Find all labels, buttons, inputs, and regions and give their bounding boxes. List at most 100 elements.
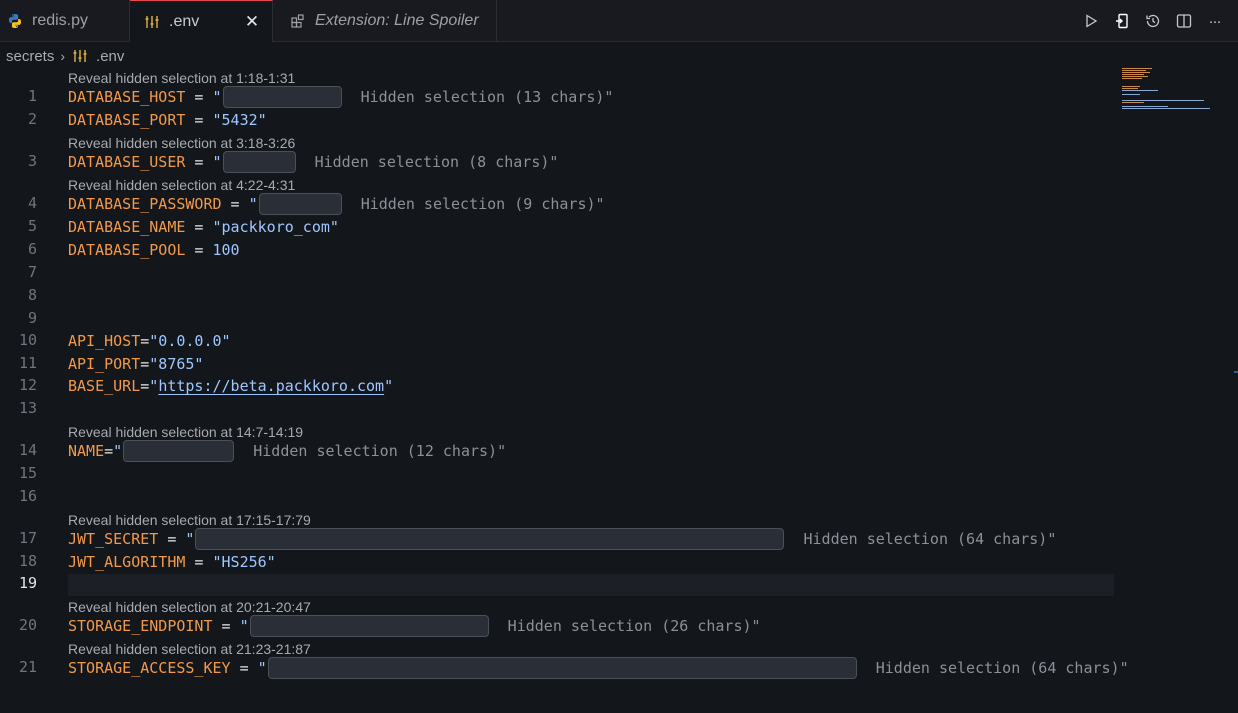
env-key: STORAGE_ACCESS_KEY [68, 659, 231, 677]
settings-sliders-icon [143, 13, 161, 31]
code-line[interactable]: API_HOST="0.0.0.0" [68, 330, 231, 352]
breadcrumb-folder[interactable]: secrets [6, 48, 54, 65]
settings-sliders-icon [72, 48, 90, 64]
code-line[interactable]: DATABASE_NAME = "packkoro_com" [68, 216, 339, 238]
code-line[interactable]: NAME=" Hidden selection (12 chars)" [68, 440, 506, 462]
code-line[interactable]: BASE_URL="https://beta.packkoro.com" [68, 375, 393, 397]
line-number: 1 [27, 87, 37, 105]
operator: = [140, 355, 150, 373]
code-line[interactable]: JWT_SECRET = " Hidden selection (64 char… [68, 528, 1056, 550]
operator: = [230, 659, 258, 677]
open-changes-icon[interactable] [1106, 6, 1137, 36]
quote: " [384, 377, 394, 395]
url-link[interactable]: https://beta.packkoro.com [158, 377, 384, 395]
env-key: STORAGE_ENDPOINT [68, 617, 213, 635]
operator: = [104, 442, 114, 460]
hidden-selection-note: Hidden selection (8 chars)" [296, 153, 559, 171]
env-key: DATABASE_NAME [68, 218, 186, 236]
hidden-selection-note: Hidden selection (26 chars)" [489, 617, 761, 635]
hidden-selection-note: Hidden selection (13 chars)" [342, 88, 614, 106]
quote: " [248, 195, 258, 213]
tab-env[interactable]: .env ✕ [130, 0, 273, 42]
line-number: 18 [18, 552, 37, 570]
quote: " [185, 530, 195, 548]
codelens-reveal[interactable]: Reveal hidden selection at 17:15-17:79 [68, 512, 311, 528]
code-line[interactable]: STORAGE_ACCESS_KEY = " Hidden selection … [68, 657, 1129, 679]
code-line[interactable]: DATABASE_PASSWORD = " Hidden selection (… [68, 193, 605, 215]
line-number: 13 [18, 399, 37, 417]
timeline-icon[interactable] [1137, 6, 1168, 36]
line-number: 2 [27, 110, 37, 128]
tab-label: Extension: Line Spoiler [315, 12, 479, 29]
code-line[interactable]: JWT_ALGORITHM = "HS256" [68, 551, 276, 573]
env-value: 100 [212, 241, 240, 259]
line-number: 16 [18, 487, 37, 505]
code-line[interactable]: DATABASE_POOL = 100 [68, 239, 240, 261]
env-key: BASE_URL [68, 377, 141, 395]
env-key: DATABASE_PORT [68, 111, 186, 129]
code-line[interactable]: API_PORT="8765" [68, 353, 203, 375]
codelens-reveal[interactable]: Reveal hidden selection at 1:18-1:31 [68, 70, 295, 86]
close-icon[interactable]: ✕ [242, 12, 262, 32]
env-key: DATABASE_USER [68, 153, 186, 171]
tab-label: redis.py [32, 12, 89, 29]
line-number: 5 [27, 217, 37, 235]
line-number: 19 [18, 574, 37, 592]
codelens-reveal[interactable]: Reveal hidden selection at 4:22-4:31 [68, 177, 295, 193]
env-value: "8765" [149, 355, 204, 373]
hidden-selection-note: Hidden selection (64 chars)" [785, 530, 1057, 548]
minimap[interactable] [1118, 67, 1238, 127]
operator: = [212, 617, 240, 635]
env-value: "packkoro_com" [212, 218, 339, 236]
hidden-selection-mask[interactable] [123, 440, 235, 462]
quote: " [212, 153, 222, 171]
codelens-reveal[interactable]: Reveal hidden selection at 21:23-21:87 [68, 641, 311, 657]
code-line[interactable]: STORAGE_ENDPOINT = " Hidden selection (2… [68, 615, 761, 637]
hidden-selection-mask[interactable] [267, 657, 857, 679]
operator: = [185, 153, 213, 171]
hidden-selection-note: Hidden selection (9 chars)" [342, 195, 605, 213]
breadcrumb: secrets › .env [6, 45, 124, 67]
code-line[interactable]: DATABASE_HOST = " Hidden selection (13 c… [68, 86, 613, 108]
operator: = [185, 241, 213, 259]
env-key: API_PORT [68, 355, 141, 373]
line-number: 9 [27, 309, 37, 327]
more-actions-icon[interactable]: ··· [1199, 6, 1230, 36]
tab-redis-py[interactable]: redis.py [0, 0, 130, 42]
python-icon [6, 12, 24, 30]
quote: " [149, 377, 159, 395]
tab-extension-line-spoiler[interactable]: Extension: Line Spoiler [273, 0, 497, 42]
quote: " [212, 88, 222, 106]
operator: = [185, 88, 213, 106]
hidden-selection-mask[interactable] [249, 615, 489, 637]
run-icon[interactable] [1075, 6, 1106, 36]
line-number: 12 [18, 376, 37, 394]
codelens-reveal[interactable]: Reveal hidden selection at 14:7-14:19 [68, 424, 303, 440]
tab-label: .env [169, 12, 200, 30]
line-number: 3 [27, 152, 37, 170]
code-line[interactable]: DATABASE_PORT = "5432" [68, 109, 267, 131]
code-line[interactable]: DATABASE_USER = " Hidden selection (8 ch… [68, 151, 558, 173]
line-number: 8 [27, 286, 37, 304]
codelens-reveal[interactable]: Reveal hidden selection at 3:18-3:26 [68, 135, 295, 151]
hidden-selection-mask[interactable] [222, 86, 342, 108]
hidden-selection-mask[interactable] [195, 528, 785, 550]
split-editor-icon[interactable] [1168, 6, 1199, 36]
code-editor[interactable]: Reveal hidden selection at 1:18-1:31 Rev… [0, 67, 1238, 713]
breadcrumb-file[interactable]: .env [96, 48, 124, 65]
line-number: 6 [27, 240, 37, 258]
line-number: 14 [18, 441, 37, 459]
hidden-selection-mask[interactable] [222, 151, 296, 173]
extension-icon [289, 12, 307, 30]
operator: = [221, 195, 249, 213]
env-key: DATABASE_HOST [68, 88, 186, 106]
line-number: 11 [18, 354, 37, 372]
env-key: JWT_ALGORITHM [68, 553, 186, 571]
quote: " [239, 617, 249, 635]
env-key: DATABASE_PASSWORD [68, 195, 222, 213]
hidden-selection-mask[interactable] [258, 193, 342, 215]
quote: " [257, 659, 267, 677]
env-key: NAME [68, 442, 105, 460]
codelens-reveal[interactable]: Reveal hidden selection at 20:21-20:47 [68, 599, 311, 615]
hidden-selection-note: Hidden selection (64 chars)" [857, 659, 1129, 677]
